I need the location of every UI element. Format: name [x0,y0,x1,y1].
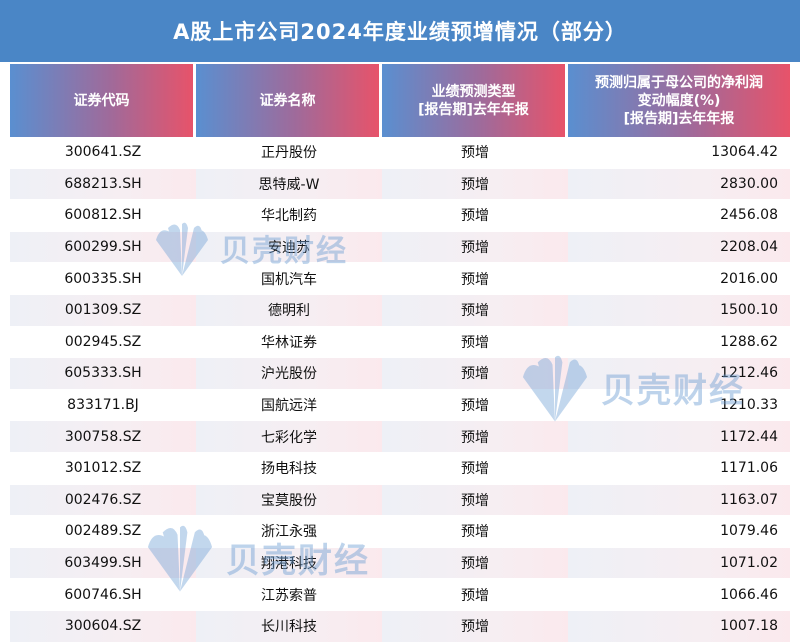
cell-code: 002476.SZ [10,484,196,517]
cell-name: 翔港科技 [196,547,382,580]
table-row: 600812.SH 华北制药 预增 2456.08 [10,200,790,232]
cell-type: 预增 [382,263,568,295]
cell-change: 1079.46 [568,516,790,548]
cell-name: 沪光股份 [196,358,382,390]
cell-type: 预增 [382,358,568,390]
cell-type: 预增 [382,389,568,422]
cell-type: 预增 [382,326,568,359]
cell-code: 600746.SH [10,579,196,611]
cell-change: 1172.44 [568,421,790,453]
cell-code: 301012.SZ [10,452,196,485]
cell-change: 1500.10 [568,294,790,327]
cell-name: 安迪苏 [196,231,382,264]
cell-code: 300641.SZ [10,137,196,169]
cell-name: 浙江永强 [196,516,382,548]
cell-code: 688213.SH [10,168,196,201]
cell-change: 2456.08 [568,200,790,232]
cell-change: 1071.02 [568,547,790,580]
table-row: 300604.SZ 长川科技 预增 1007.18 [10,610,790,643]
cell-code: 600299.SH [10,231,196,264]
cell-code: 002489.SZ [10,516,196,548]
cell-name: 华林证券 [196,326,382,359]
cell-code: 001309.SZ [10,294,196,327]
table-row: 300641.SZ 正丹股份 预增 13064.42 [10,137,790,169]
cell-name: 长川科技 [196,610,382,643]
cell-type: 预增 [382,137,568,169]
cell-type: 预增 [382,421,568,453]
cell-change: 1210.33 [568,389,790,422]
cell-code: 002945.SZ [10,326,196,359]
table-row: 002945.SZ 华林证券 预增 1288.62 [10,326,790,359]
header-row: 证券代码 证券名称 业绩预测类型 [报告期]去年年报 预测归属于母公司的净利润 变动幅… [10,64,790,137]
header-name: 证券名称 [196,64,382,137]
performance-table: 证券代码 证券名称 业绩预测类型 [报告期]去年年报 预测归属于母公司的净利润 变动幅… [10,64,790,643]
cell-change: 1163.07 [568,484,790,517]
table-row: 833171.BJ 国航远洋 预增 1210.33 [10,389,790,422]
cell-change: 1171.06 [568,452,790,485]
cell-code: 300604.SZ [10,610,196,643]
cell-name: 华北制药 [196,200,382,232]
cell-type: 预增 [382,231,568,264]
table-title: A股上市公司2024年度业绩预增情况（部分） [0,0,800,62]
cell-name: 国机汽车 [196,263,382,295]
cell-name: 德明利 [196,294,382,327]
cell-type: 预增 [382,200,568,232]
cell-type: 预增 [382,516,568,548]
cell-name: 七彩化学 [196,421,382,453]
table-row: 688213.SH 思特威-W 预增 2830.00 [10,168,790,201]
cell-change: 1066.46 [568,579,790,611]
cell-change: 13064.42 [568,137,790,169]
table-row: 605333.SH 沪光股份 预增 1212.46 [10,358,790,390]
header-type: 业绩预测类型 [报告期]去年年报 [382,64,568,137]
cell-change: 1288.62 [568,326,790,359]
table-row: 300758.SZ 七彩化学 预增 1172.44 [10,421,790,453]
table-row: 600335.SH 国机汽车 预增 2016.00 [10,263,790,295]
cell-change: 2208.04 [568,231,790,264]
cell-name: 思特威-W [196,168,382,201]
table-row: 301012.SZ 扬电科技 预增 1171.06 [10,452,790,485]
cell-type: 预增 [382,294,568,327]
cell-name: 江苏索普 [196,579,382,611]
cell-type: 预增 [382,168,568,201]
cell-code: 605333.SH [10,358,196,390]
cell-type: 预增 [382,452,568,485]
table-row: 600746.SH 江苏索普 预增 1066.46 [10,579,790,611]
cell-change: 2016.00 [568,263,790,295]
cell-name: 扬电科技 [196,452,382,485]
cell-code: 833171.BJ [10,389,196,422]
cell-code: 600335.SH [10,263,196,295]
cell-name: 宝莫股份 [196,484,382,517]
cell-type: 预增 [382,610,568,643]
table-row: 002489.SZ 浙江永强 预增 1079.46 [10,516,790,548]
cell-code: 603499.SH [10,547,196,580]
cell-change: 1212.46 [568,358,790,390]
cell-change: 2830.00 [568,168,790,201]
cell-name: 国航远洋 [196,389,382,422]
header-change: 预测归属于母公司的净利润 变动幅度(%) [报告期]去年年报 [568,64,790,137]
cell-code: 300758.SZ [10,421,196,453]
table-body: 300641.SZ 正丹股份 预增 13064.42 688213.SH 思特威-W 预增 2… [10,137,790,643]
table-row: 001309.SZ 德明利 预增 1500.10 [10,294,790,327]
cell-name: 正丹股份 [196,137,382,169]
cell-code: 600812.SH [10,200,196,232]
cell-type: 预增 [382,547,568,580]
cell-type: 预增 [382,484,568,517]
cell-change: 1007.18 [568,610,790,643]
cell-type: 预增 [382,579,568,611]
table-row: 603499.SH 翔港科技 预增 1071.02 [10,547,790,580]
header-code: 证券代码 [10,64,196,137]
table-row: 002476.SZ 宝莫股份 预增 1163.07 [10,484,790,517]
table-row: 600299.SH 安迪苏 预增 2208.04 [10,231,790,264]
